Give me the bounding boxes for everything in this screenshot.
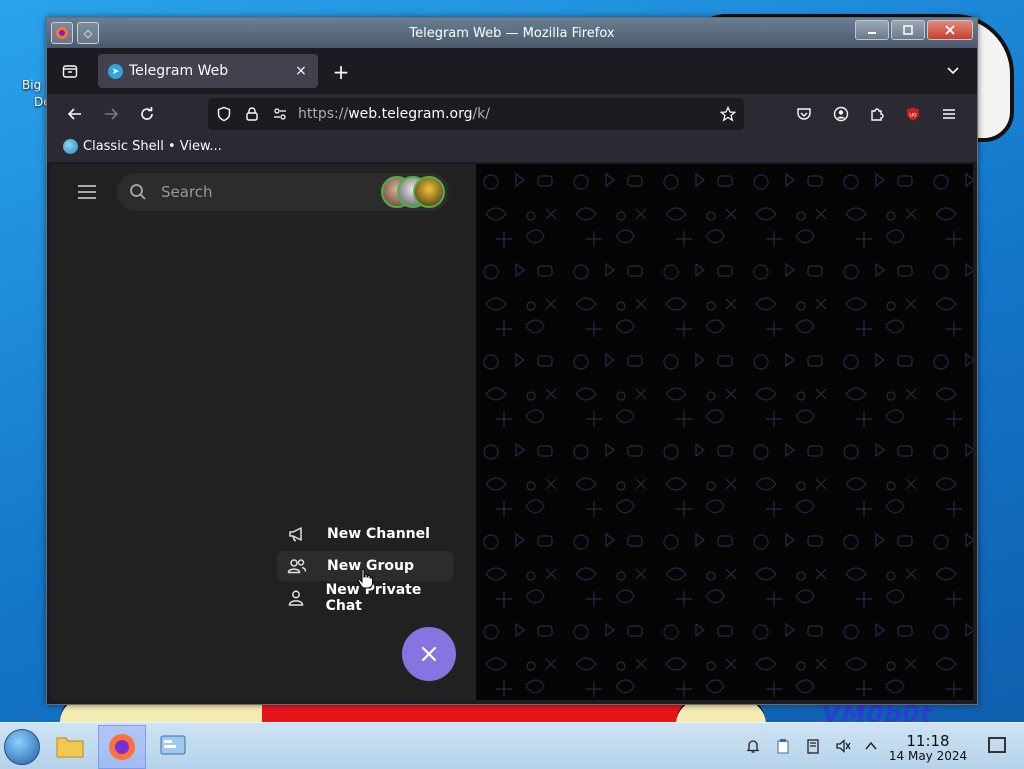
firefox-view-icon[interactable]: [57, 59, 83, 83]
firefox-window: ◇ Telegram Web — Mozilla Firefox ➤ Teleg…: [46, 17, 978, 705]
url-scheme: https://: [298, 106, 349, 122]
close-icon: [421, 646, 437, 662]
tab-telegram-web[interactable]: ➤ Telegram Web ×: [98, 54, 318, 88]
url-path: /k/: [472, 106, 491, 122]
chat-list-panel: Search New Channel New Group New Private…: [51, 164, 476, 700]
clock-date[interactable]: 14 May 2024: [884, 749, 972, 763]
url-host: web.telegram.org: [348, 106, 473, 122]
taskbar: 11:18 14 May 2024: [0, 722, 1024, 769]
show-hidden-icons-chevron-up-icon[interactable]: [862, 737, 880, 755]
show-desktop-button[interactable]: [988, 737, 1006, 753]
url-bar[interactable]: https://web.telegram.org/k/: [208, 98, 744, 130]
tab-close-icon[interactable]: ×: [292, 61, 310, 81]
storage-tray-icon[interactable]: [804, 737, 822, 755]
ublock-origin-icon[interactable]: uo: [901, 102, 925, 126]
bookmark-label: Classic Shell • View...: [83, 139, 222, 154]
new-menu-popup: New Channel New Group New Private Chat: [277, 519, 453, 615]
bookmarks-toolbar: Classic Shell • View...: [47, 134, 977, 162]
menu-item-label: New Private Chat: [325, 582, 422, 614]
group-icon: [287, 556, 307, 576]
volume-muted-icon[interactable]: [834, 737, 852, 755]
telegram-web-app: Search New Channel New Group New Private…: [51, 164, 973, 700]
telegram-favicon-icon: ➤: [108, 64, 123, 79]
app-menu-icon[interactable]: [937, 102, 961, 126]
bookmark-item[interactable]: Classic Shell • View...: [63, 139, 222, 154]
clipboard-tray-icon[interactable]: [774, 737, 792, 755]
close-new-menu-button[interactable]: [402, 627, 456, 681]
minimize-button[interactable]: [855, 20, 889, 40]
user-icon: [287, 588, 306, 608]
menu-item-label: New Channel: [327, 526, 430, 542]
desktop-icon-label[interactable]: Big: [22, 78, 41, 92]
story-avatar[interactable]: [413, 176, 445, 208]
pocket-icon[interactable]: [792, 102, 816, 126]
bookmark-favicon-icon: [63, 139, 78, 154]
notifications-bell-icon[interactable]: [744, 737, 762, 755]
navigation-toolbar: https://web.telegram.org/k/ uo: [47, 94, 977, 134]
url-text[interactable]: https://web.telegram.org/k/: [298, 106, 490, 122]
maximize-button[interactable]: [891, 20, 925, 40]
window-titlebar[interactable]: ◇ Telegram Web — Mozilla Firefox: [47, 18, 977, 48]
bookmark-star-icon[interactable]: [716, 102, 740, 126]
reload-icon[interactable]: [135, 102, 159, 126]
megaphone-icon: [287, 524, 307, 544]
start-button[interactable]: [4, 729, 40, 765]
list-all-tabs-icon[interactable]: [943, 60, 963, 80]
main-menu-icon[interactable]: [76, 181, 98, 203]
account-icon[interactable]: [829, 102, 853, 126]
control-panel-taskbar-icon[interactable]: [150, 725, 196, 767]
tracking-protection-shield-icon[interactable]: [212, 102, 236, 126]
menu-item-new-channel[interactable]: New Channel: [277, 519, 453, 549]
tab-title: Telegram Web: [129, 63, 229, 79]
forward-icon[interactable]: [99, 102, 123, 126]
hand-cursor-icon: [357, 568, 373, 589]
search-icon: [129, 183, 147, 205]
stories-avatars[interactable]: [381, 176, 445, 208]
clock-time[interactable]: 11:18: [892, 732, 964, 750]
tab-bar: ➤ Telegram Web × +: [47, 48, 977, 94]
firefox-taskbar-icon[interactable]: [98, 725, 146, 769]
file-manager-taskbar-icon[interactable]: [47, 725, 93, 767]
permissions-icon[interactable]: [268, 102, 292, 126]
back-icon[interactable]: [63, 102, 87, 126]
chat-background-panel: [476, 164, 973, 700]
lock-icon[interactable]: [240, 102, 264, 126]
close-window-button[interactable]: [927, 20, 973, 40]
new-tab-button[interactable]: +: [329, 60, 353, 84]
search-box[interactable]: Search: [117, 173, 449, 211]
window-title: Telegram Web — Mozilla Firefox: [409, 26, 615, 41]
svg-text:uo: uo: [909, 112, 917, 119]
search-placeholder: Search: [161, 183, 213, 201]
chat-wallpaper-pattern: [476, 164, 973, 700]
extensions-icon[interactable]: [865, 102, 889, 126]
